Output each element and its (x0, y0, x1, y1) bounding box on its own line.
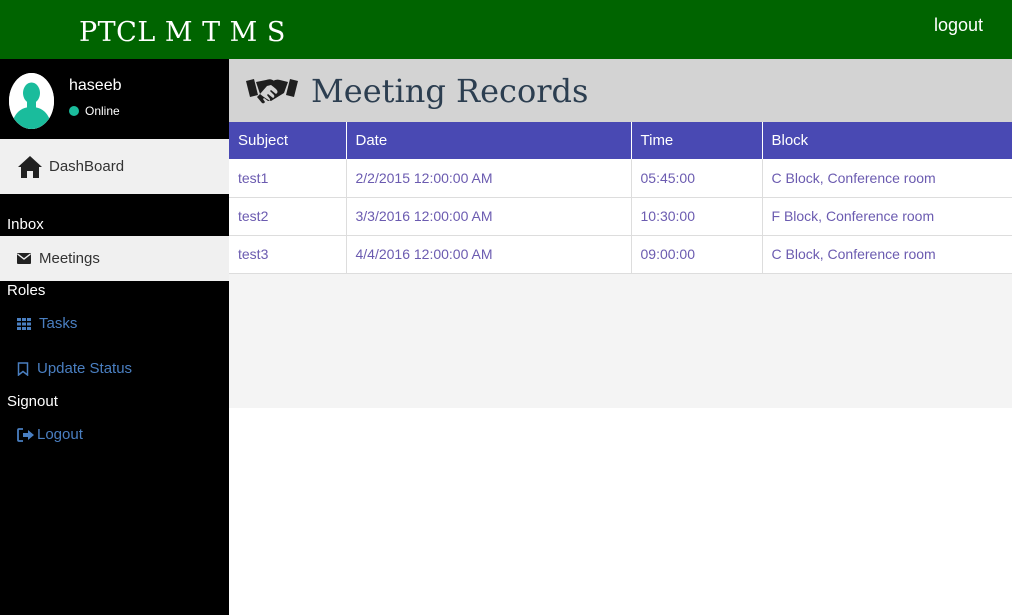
sidebar-item-label: Update Status (37, 360, 133, 377)
home-icon (18, 155, 42, 178)
cell-time: 09:00:00 (631, 235, 763, 274)
cell-date: 3/3/2016 12:00:00 AM (346, 197, 632, 236)
cell-subject: test2 (229, 197, 347, 236)
sidebar-item-logout[interactable]: Logout (0, 412, 229, 457)
sign-out-icon (17, 427, 34, 442)
page-header: Meeting Records (229, 59, 1012, 122)
meeting-records-panel: Subject Date Time Block test1 2/2/2015 1… (229, 122, 1012, 408)
sidebar-item-label: Meetings (39, 250, 100, 267)
cell-time: 05:45:00 (631, 159, 763, 198)
sidebar-item-update-status[interactable]: Update Status (0, 346, 229, 391)
grid-icon (17, 317, 31, 330)
user-avatar-icon (9, 73, 54, 129)
table-row[interactable]: test2 3/3/2016 12:00:00 AM 10:30:00 F Bl… (229, 197, 1012, 236)
logout-link[interactable]: logout (934, 15, 983, 36)
sidebar-section-roles: Roles (7, 282, 46, 299)
sidebar-item-label: DashBoard (49, 158, 125, 175)
sidebar-item-tasks[interactable]: Tasks (0, 301, 229, 346)
column-header-time[interactable]: Time (631, 122, 763, 159)
sidebar-item-dashboard[interactable]: DashBoard (0, 139, 229, 194)
table-row[interactable]: test1 2/2/2015 12:00:00 AM 05:45:00 C Bl… (229, 159, 1012, 198)
sidebar-section-inbox: Inbox (7, 216, 44, 233)
top-navbar: PTCL M T M S logout (0, 0, 1012, 59)
cell-date: 4/4/2016 12:00:00 AM (346, 235, 632, 274)
table-row[interactable]: test3 4/4/2016 12:00:00 AM 09:00:00 C Bl… (229, 235, 1012, 274)
envelope-icon (17, 253, 31, 264)
user-name: haseeb (69, 77, 122, 94)
online-status-icon (69, 106, 79, 116)
cell-date: 2/2/2015 12:00:00 AM (346, 159, 632, 198)
cell-block: F Block, Conference room (762, 197, 1012, 236)
app-brand[interactable]: PTCL M T M S (79, 17, 286, 48)
bookmark-icon (17, 361, 29, 376)
sidebar: haseeb Online DashBoard Inbox Meetings R… (0, 59, 229, 615)
cell-subject: test1 (229, 159, 347, 198)
cell-block: C Block, Conference room (762, 159, 1012, 198)
meeting-records-table: Subject Date Time Block test1 2/2/2015 1… (229, 122, 1012, 274)
sidebar-section-signout: Signout (7, 393, 58, 410)
column-header-subject[interactable]: Subject (229, 122, 347, 159)
cell-block: C Block, Conference room (762, 235, 1012, 274)
avatar (9, 73, 54, 129)
column-header-date[interactable]: Date (346, 122, 632, 159)
cell-subject: test3 (229, 235, 347, 274)
sidebar-item-label: Tasks (39, 315, 78, 332)
sidebar-item-label: Logout (37, 426, 83, 443)
column-header-block[interactable]: Block (762, 122, 1012, 159)
table-header-row: Subject Date Time Block (229, 122, 1012, 159)
cell-time: 10:30:00 (631, 197, 763, 236)
user-status-label: Online (85, 104, 120, 118)
handshake-icon (246, 79, 298, 104)
user-status: Online (69, 104, 120, 118)
page-title: Meeting Records (311, 72, 589, 110)
sidebar-item-meetings[interactable]: Meetings (0, 236, 229, 281)
